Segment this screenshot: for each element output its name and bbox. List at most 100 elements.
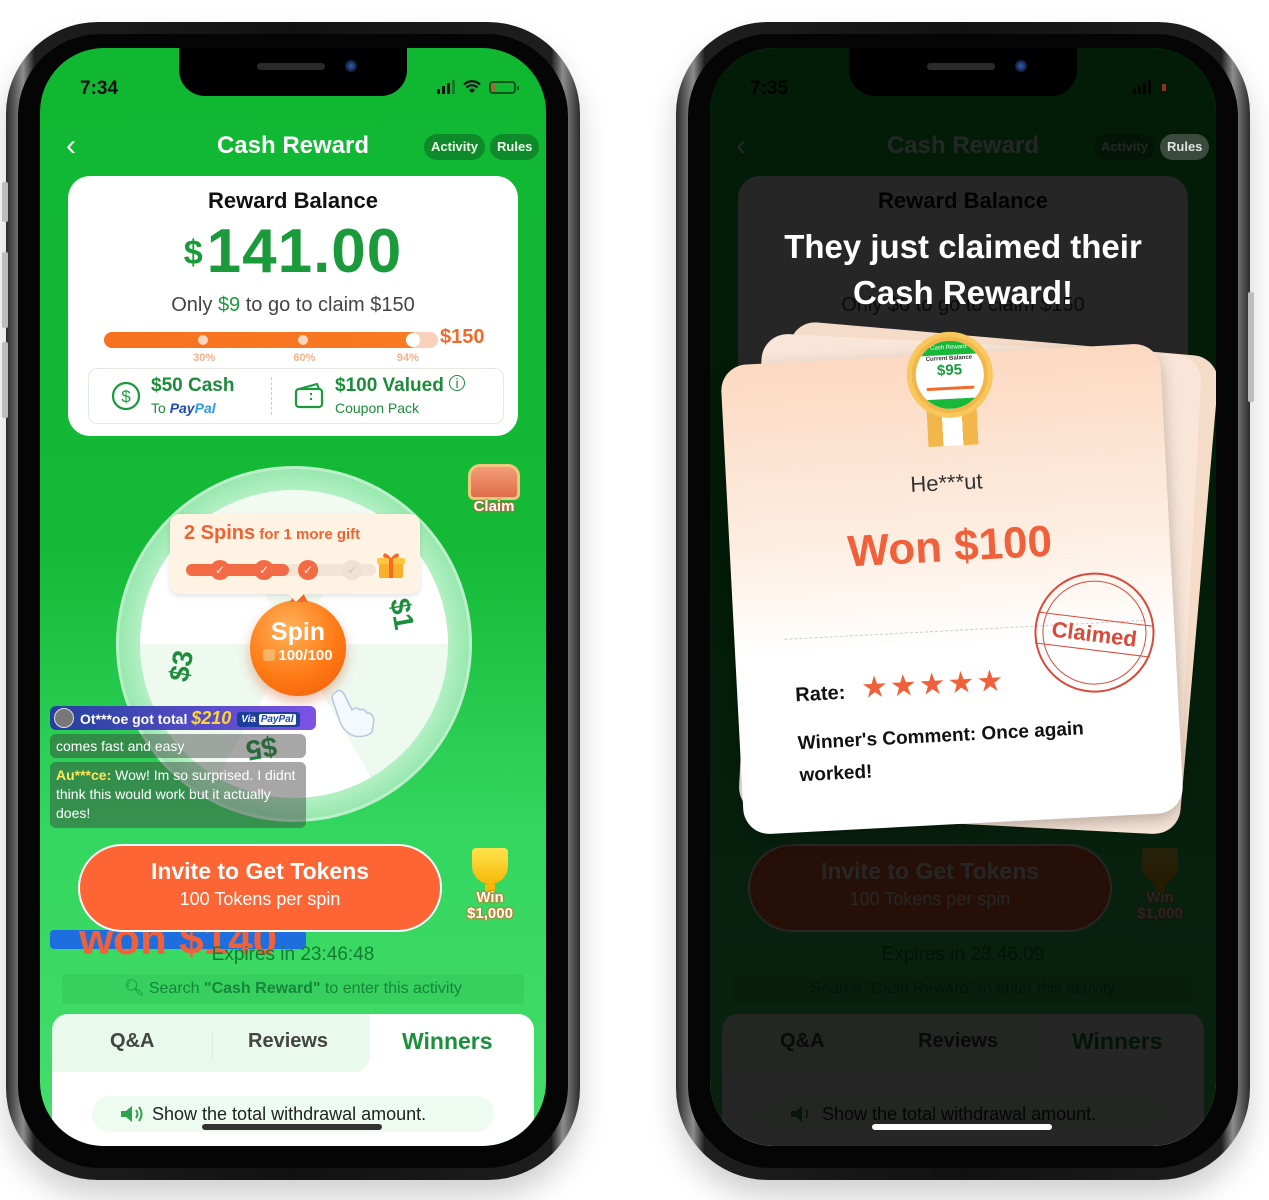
headline-line2: Cash Reward! xyxy=(852,274,1074,311)
coupon-reward-title: $100 Valued i xyxy=(335,375,466,397)
milestone-label: 60% xyxy=(293,352,316,364)
activity-button[interactable]: Activity xyxy=(424,134,485,160)
home-indicator[interactable] xyxy=(202,1124,382,1130)
stamp-text: Claimed xyxy=(1034,611,1154,658)
spins-progress-tooltip: 2 Spins for 1 more gift ✓ ✓ ✓ ✓ xyxy=(170,514,420,602)
check-icon: ✓ xyxy=(298,560,318,580)
tab-qa[interactable]: Q&A xyxy=(110,1030,154,1053)
search-term: "Cash Reward" xyxy=(203,980,321,997)
home-indicator[interactable] xyxy=(872,1124,1052,1130)
avatar xyxy=(54,708,74,728)
wifi-icon xyxy=(463,80,481,94)
token-icon xyxy=(263,649,276,661)
reward-options: $ $50 Cash To PayPal $100 Valued i Coupo… xyxy=(88,368,504,424)
to-go-prefix: Only xyxy=(171,294,218,316)
via-text: Via xyxy=(241,714,256,725)
treasure-chest-button[interactable]: Claim xyxy=(462,460,526,520)
feed-user: Ot***oe got total xyxy=(80,711,192,727)
front-camera-icon xyxy=(1015,60,1027,72)
spins-track: ✓ ✓ ✓ ✓ xyxy=(186,560,376,580)
check-icon: ✓ xyxy=(254,560,274,580)
winner-medal-icon: Cash Reward Current Balance $95 xyxy=(904,329,995,421)
cash-reward-app: 7:34 ‹ Cash Reward Activity Rules Reward… xyxy=(40,48,546,1146)
svg-text:$: $ xyxy=(121,387,131,406)
spin-button[interactable]: Spin 100/100 xyxy=(250,586,346,696)
mute-switch xyxy=(2,182,8,222)
trophy-line2: $1,000 xyxy=(467,905,513,922)
tab-reviews[interactable]: Reviews xyxy=(248,1030,328,1053)
to-label: To xyxy=(151,400,170,416)
milestone-label: 94% xyxy=(396,352,419,364)
balance-amount: $141.00 xyxy=(68,216,518,287)
currency-symbol: $ xyxy=(183,234,203,272)
medal-amount: $95 xyxy=(936,361,963,380)
balance-label: Reward Balance xyxy=(208,188,378,213)
progress-knob xyxy=(405,333,420,347)
nav-bar: ‹ Cash Reward Activity Rules xyxy=(40,126,546,168)
rate-label: Rate: xyxy=(794,681,846,707)
info-icon[interactable]: i xyxy=(449,375,466,391)
rules-button[interactable]: Rules xyxy=(490,134,540,160)
balance-value: 141.00 xyxy=(206,217,403,286)
progress-fill xyxy=(104,332,418,348)
milestone-label: 30% xyxy=(193,352,216,364)
tokens-value: 100/100 xyxy=(278,647,333,664)
progress-goal: $150 xyxy=(440,326,485,348)
battery-icon xyxy=(489,80,519,94)
chest-claim-label: Claim xyxy=(473,498,515,515)
notch xyxy=(849,48,1077,96)
front-camera-icon xyxy=(345,60,357,72)
volume-up-button xyxy=(2,252,8,328)
headline-line1: They just claimed their xyxy=(784,228,1142,265)
comment-feed-item: won $140 Au***ce: Wow! Im so surprised. … xyxy=(50,762,306,962)
gift-icon xyxy=(377,553,405,578)
power-button xyxy=(1248,292,1254,402)
coupon-reward-sub: Coupon Pack xyxy=(335,400,420,416)
screen-right: 7:35 ‹ Cash Reward Activity Rules Reward… xyxy=(710,48,1216,1146)
claimed-popup: They just claimed their Cash Reward! Cas… xyxy=(710,48,1216,1146)
phone-frame-left: 7:34 ‹ Cash Reward Activity Rules Reward… xyxy=(2,22,580,1180)
spins-suffix: for 1 more gift xyxy=(255,526,361,543)
comment-feed-item: comes fast and easy xyxy=(50,734,306,758)
claimed-stamp: Claimed xyxy=(1027,565,1162,700)
via-paypal-badge: Via PayPal xyxy=(237,712,300,727)
search-hint: 🔍︎ Search "Cash Reward" to enter this ac… xyxy=(62,974,524,1004)
milestone-check-icon xyxy=(197,335,208,345)
expiry-countdown: Expires in 23:46:48 xyxy=(211,944,375,965)
notch xyxy=(179,48,407,96)
paypal-pal: Pal xyxy=(194,400,216,416)
cash-reward-title: $50 Cash xyxy=(151,375,235,396)
search-hint-suffix: to enter this activity xyxy=(320,980,462,997)
trophy-label: Win$1,000 xyxy=(458,890,522,922)
paypal-pay: Pay xyxy=(169,400,195,416)
trophy-icon xyxy=(472,848,508,884)
winner-comment: Winner's Comment: Once again worked! xyxy=(797,718,1085,787)
popup-headline: They just claimed their Cash Reward! xyxy=(710,224,1216,316)
winner-feed-item: Ot***oe got total $210 Via PayPal xyxy=(50,706,316,730)
notice-text: Show the total withdrawal amount. xyxy=(152,1104,427,1124)
signal-icon xyxy=(437,80,455,94)
tab-winners[interactable]: Winners xyxy=(402,1028,493,1055)
dollar-circle-icon: $ xyxy=(111,381,141,411)
check-icon: ✓ xyxy=(342,560,362,580)
to-go-suffix: to go to claim $150 xyxy=(240,294,415,316)
invite-subtitle: 100 Tokens per spin xyxy=(179,889,341,909)
coupon-title-text: $100 Valued xyxy=(335,375,444,396)
status-time: 7:34 xyxy=(80,78,119,99)
search-hint-prefix: Search xyxy=(148,980,204,997)
invite-button[interactable]: Invite to Get Tokens 100 Tokens per spin xyxy=(78,844,442,932)
wheel-prize: $3 xyxy=(163,647,200,684)
check-icon: ✓ xyxy=(210,560,230,580)
coupon-icon xyxy=(293,381,324,411)
to-go-text: Only $9 to go to claim $150 xyxy=(68,294,518,317)
phone-frame-right: 7:35 ‹ Cash Reward Activity Rules Reward… xyxy=(676,22,1254,1180)
wheel-prize: $1 xyxy=(384,595,421,632)
feed-amount: $210 xyxy=(191,708,232,728)
win-trophy-button[interactable]: Win$1,000 xyxy=(458,848,522,928)
milestone-labels: 30% 60% 94% xyxy=(104,352,438,366)
paypal-text: PayPal xyxy=(258,714,296,725)
speaker-icon xyxy=(121,1106,143,1122)
invite-title: Invite to Get Tokens xyxy=(150,858,370,884)
star-rating: ★★★★★ xyxy=(860,664,1007,705)
feed-user: Au***ce: xyxy=(56,767,112,783)
